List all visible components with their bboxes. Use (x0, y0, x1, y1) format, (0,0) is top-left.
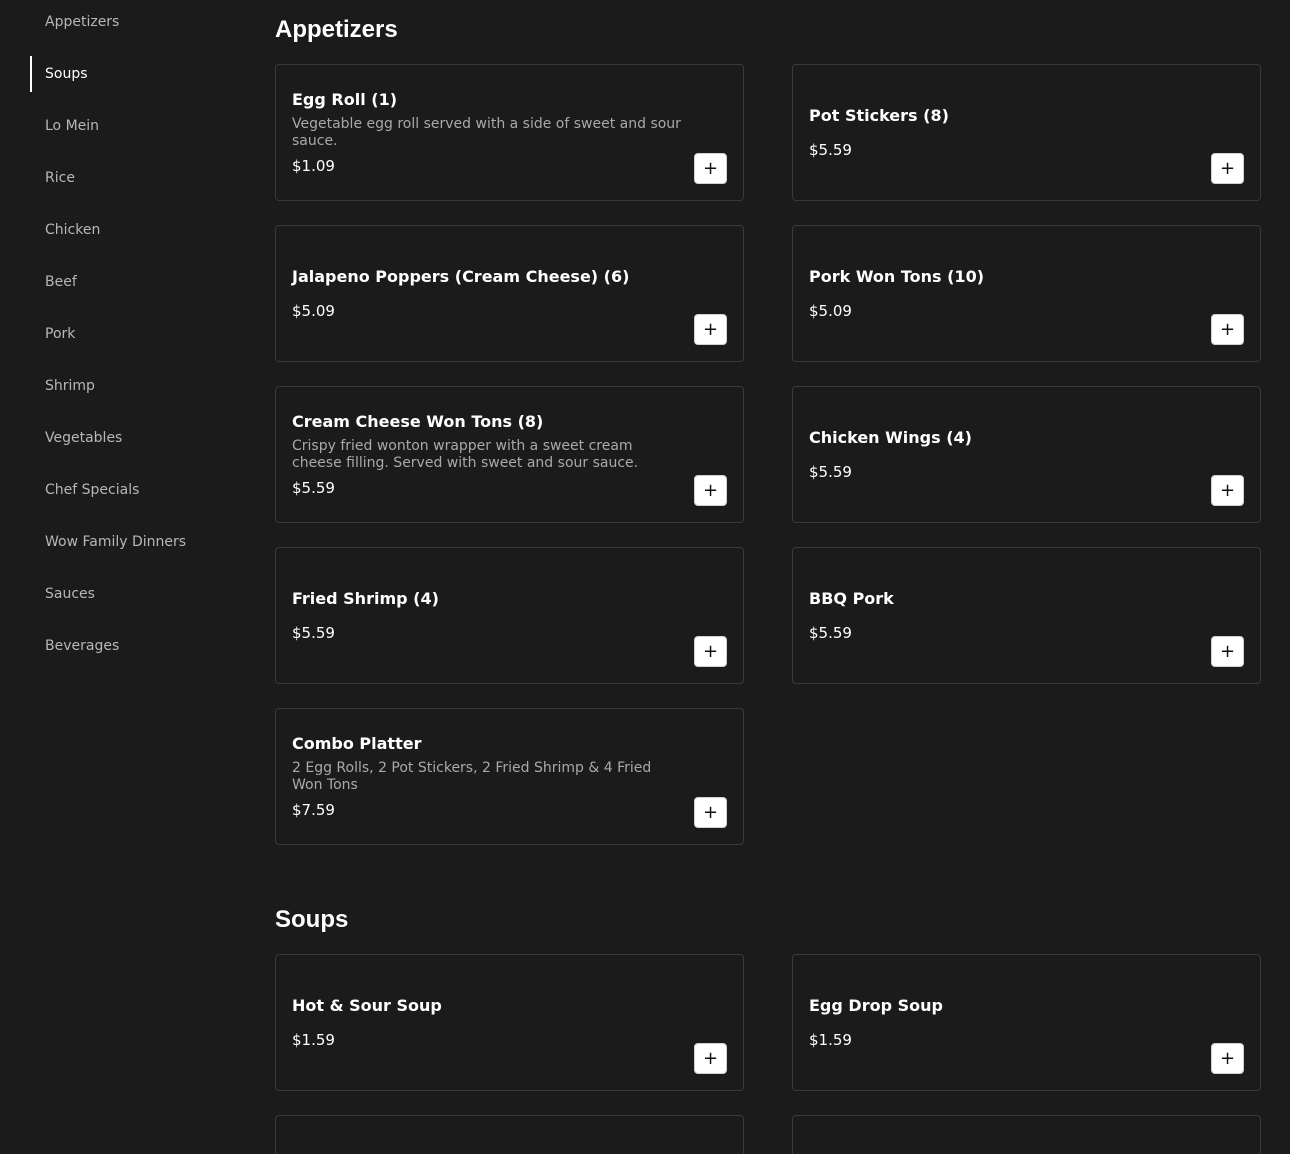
menu-item-info: Combo Platter 2 Egg Rolls, 2 Pot Sticker… (292, 709, 683, 844)
menu-item-card[interactable]: Combo Platter 2 Egg Rolls, 2 Pot Sticker… (275, 708, 744, 845)
plus-icon: + (1219, 479, 1236, 501)
sidebar-item-shrimp[interactable]: Shrimp (30, 368, 230, 404)
menu-item-info: Cream Cheese Won Tons (8) Crispy fried w… (292, 387, 683, 522)
menu-item-price: $5.59 (809, 462, 852, 481)
sidebar-item-vegetables[interactable]: Vegetables (30, 420, 230, 456)
menu-item-card[interactable]: Pot Stickers (8) $5.59 + (792, 64, 1261, 201)
sidebar-item-chicken[interactable]: Chicken (30, 212, 230, 248)
menu-item-card[interactable]: Hot & Sour Soup $1.59 + (275, 954, 744, 1091)
section-title-soups: Soups (275, 906, 349, 933)
menu-item-card[interactable]: Egg Drop Soup $1.59 + (792, 954, 1261, 1091)
plus-icon: + (702, 640, 719, 662)
menu-item-info: Egg Drop Soup $1.59 (809, 955, 1200, 1090)
plus-icon: + (702, 157, 719, 179)
menu-item-name: Hot & Sour Soup (292, 995, 442, 1015)
add-item-button[interactable]: + (694, 636, 727, 667)
menu-item-card[interactable]: Jalapeno Poppers (Cream Cheese) (6) $5.0… (275, 225, 744, 362)
menu-item-card-partial[interactable] (275, 1115, 744, 1154)
menu-item-card[interactable]: Egg Roll (1) Vegetable egg roll served w… (275, 64, 744, 201)
menu-item-price: $5.59 (809, 623, 852, 642)
add-item-button[interactable]: + (1211, 1043, 1244, 1074)
menu-item-description: Crispy fried wonton wrapper with a sweet… (292, 437, 639, 471)
sidebar-item-lo-mein[interactable]: Lo Mein (30, 108, 230, 144)
menu-item-card[interactable]: Chicken Wings (4) $5.59 + (792, 386, 1261, 523)
plus-icon: + (1219, 640, 1236, 662)
menu-item-description: 2 Egg Rolls, 2 Pot Stickers, 2 Fried Shr… (292, 759, 652, 793)
menu-item-description: Vegetable egg roll served with a side of… (292, 115, 681, 149)
plus-icon: + (1219, 1047, 1236, 1069)
menu-item-info: Pot Stickers (8) $5.59 (809, 65, 1200, 200)
menu-item-price: $1.59 (292, 1030, 335, 1049)
menu-item-name: BBQ Pork (809, 588, 894, 608)
category-sidebar: Appetizers Soups Lo Mein Rice Chicken Be… (0, 0, 260, 1154)
menu-item-card[interactable]: Cream Cheese Won Tons (8) Crispy fried w… (275, 386, 744, 523)
plus-icon: + (702, 479, 719, 501)
menu-item-card[interactable]: BBQ Pork $5.59 + (792, 547, 1261, 684)
menu-item-price: $5.09 (292, 301, 335, 320)
sidebar-item-beverages[interactable]: Beverages (30, 628, 230, 664)
add-item-button[interactable]: + (1211, 314, 1244, 345)
menu-item-card[interactable]: Pork Won Tons (10) $5.09 + (792, 225, 1261, 362)
menu-item-price: $1.59 (809, 1030, 852, 1049)
plus-icon: + (1219, 157, 1236, 179)
add-item-button[interactable]: + (694, 1043, 727, 1074)
add-item-button[interactable]: + (1211, 153, 1244, 184)
menu-item-price: $5.59 (292, 478, 335, 497)
menu-item-name: Combo Platter (292, 733, 422, 753)
plus-icon: + (1219, 318, 1236, 340)
menu-item-name: Chicken Wings (4) (809, 427, 972, 447)
plus-icon: + (702, 801, 719, 823)
plus-icon: + (702, 318, 719, 340)
sidebar-item-wow-family-dinners[interactable]: Wow Family Dinners (30, 524, 230, 560)
sidebar-item-beef[interactable]: Beef (30, 264, 230, 300)
menu-item-name: Egg Roll (1) (292, 89, 398, 109)
sidebar-item-chef-specials[interactable]: Chef Specials (30, 472, 230, 508)
add-item-button[interactable]: + (1211, 475, 1244, 506)
add-item-button[interactable]: + (694, 475, 727, 506)
menu-item-price: $7.59 (292, 800, 335, 819)
section-title-appetizers: Appetizers (275, 16, 398, 43)
plus-icon: + (702, 1047, 719, 1069)
menu-item-name: Jalapeno Poppers (Cream Cheese) (6) (292, 266, 630, 286)
add-item-button[interactable]: + (694, 797, 727, 828)
menu-item-price: $5.09 (809, 301, 852, 320)
sidebar-item-soups[interactable]: Soups (30, 56, 230, 92)
menu-item-card[interactable]: Fried Shrimp (4) $5.59 + (275, 547, 744, 684)
menu-item-name: Egg Drop Soup (809, 995, 943, 1015)
menu-item-name: Fried Shrimp (4) (292, 588, 439, 608)
sidebar-item-pork[interactable]: Pork (30, 316, 230, 352)
menu-item-info: Jalapeno Poppers (Cream Cheese) (6) $5.0… (292, 226, 683, 361)
menu-page: Appetizers Soups Lo Mein Rice Chicken Be… (0, 0, 1290, 1154)
menu-item-info: Fried Shrimp (4) $5.59 (292, 548, 683, 683)
menu-item-info: Pork Won Tons (10) $5.09 (809, 226, 1200, 361)
menu-item-info: Hot & Sour Soup $1.59 (292, 955, 683, 1090)
menu-item-info: Chicken Wings (4) $5.59 (809, 387, 1200, 522)
menu-item-info: BBQ Pork $5.59 (809, 548, 1200, 683)
menu-item-price: $5.59 (809, 140, 852, 159)
add-item-button[interactable]: + (694, 153, 727, 184)
sidebar-item-appetizers[interactable]: Appetizers (30, 4, 230, 40)
menu-item-price: $1.09 (292, 156, 335, 175)
menu-item-name: Pork Won Tons (10) (809, 266, 985, 286)
sidebar-item-sauces[interactable]: Sauces (30, 576, 230, 612)
menu-item-price: $5.59 (292, 623, 335, 642)
add-item-button[interactable]: + (1211, 636, 1244, 667)
menu-item-name: Pot Stickers (8) (809, 105, 949, 125)
menu-item-name: Cream Cheese Won Tons (8) (292, 411, 544, 431)
sidebar-item-rice[interactable]: Rice (30, 160, 230, 196)
menu-item-info: Egg Roll (1) Vegetable egg roll served w… (292, 65, 683, 200)
menu-item-card-partial[interactable] (792, 1115, 1261, 1154)
add-item-button[interactable]: + (694, 314, 727, 345)
